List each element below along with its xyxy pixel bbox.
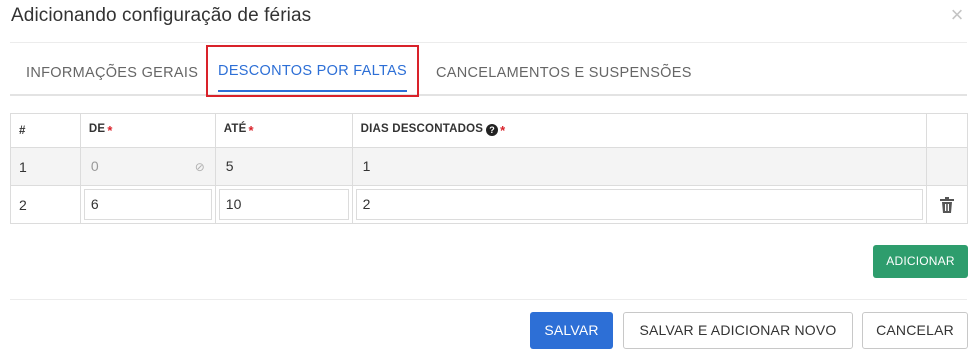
tab-general-info[interactable]: INFORMAÇÕES GERAIS [26, 46, 198, 96]
table-row: 2 6 10 2 [10, 185, 968, 224]
help-icon[interactable]: ? [486, 124, 499, 136]
trash-icon[interactable] [940, 196, 954, 213]
close-icon[interactable]: × [946, 4, 968, 26]
days-cell: 1 [351, 147, 928, 186]
tab-cancellations[interactable]: CANCELAMENTOS E SUSPENSÕES [436, 46, 692, 96]
column-header-to: ATÉ * [214, 113, 353, 148]
save-button[interactable]: SALVAR [530, 312, 613, 349]
days-cell: 2 [351, 185, 928, 224]
table-header-row: # DE * ATÉ * DIAS DESCONTADOS? * [10, 113, 968, 148]
from-input[interactable]: 6 [83, 189, 212, 220]
to-cell: 5 [214, 147, 353, 186]
disabled-icon: ⊘ [194, 160, 205, 174]
dialog-title: Adicionando configuração de férias [11, 5, 312, 26]
column-header-actions [926, 113, 968, 148]
to-input[interactable]: 5 [218, 151, 349, 182]
footer-divider [10, 299, 967, 300]
column-header-days: DIAS DESCONTADOS? * [351, 113, 928, 148]
to-cell: 10 [214, 185, 353, 224]
row-index: 1 [10, 147, 81, 186]
tab-absence-discounts[interactable]: DESCONTOS POR FALTAS [206, 45, 419, 97]
to-input[interactable]: 10 [218, 189, 349, 220]
actions-cell [926, 147, 968, 186]
required-marker: * [107, 123, 113, 138]
days-input[interactable]: 1 [355, 151, 923, 182]
cancel-button[interactable]: CANCELAR [862, 312, 968, 349]
row-index: 2 [10, 185, 81, 224]
required-marker: * [500, 123, 506, 138]
discounts-table: # DE * ATÉ * DIAS DESCONTADOS? * 1 0 ⊘ 5 1 … [10, 113, 968, 224]
header-divider [10, 42, 967, 43]
actions-cell [926, 185, 968, 224]
add-row-button[interactable]: ADICIONAR [873, 245, 968, 278]
days-input[interactable]: 2 [355, 189, 923, 220]
table-row: 1 0 ⊘ 5 1 [10, 147, 968, 186]
column-header-from: DE * [79, 113, 216, 148]
save-and-add-new-button[interactable]: SALVAR E ADICIONAR NOVO [623, 312, 853, 349]
column-header-index: # [10, 113, 81, 148]
from-cell: 0 ⊘ [79, 147, 216, 186]
from-cell: 6 [79, 185, 216, 224]
required-marker: * [248, 123, 254, 138]
tab-bar: INFORMAÇÕES GERAIS DESCONTOS POR FALTAS … [10, 45, 967, 97]
from-input-disabled: 0 ⊘ [83, 151, 212, 182]
